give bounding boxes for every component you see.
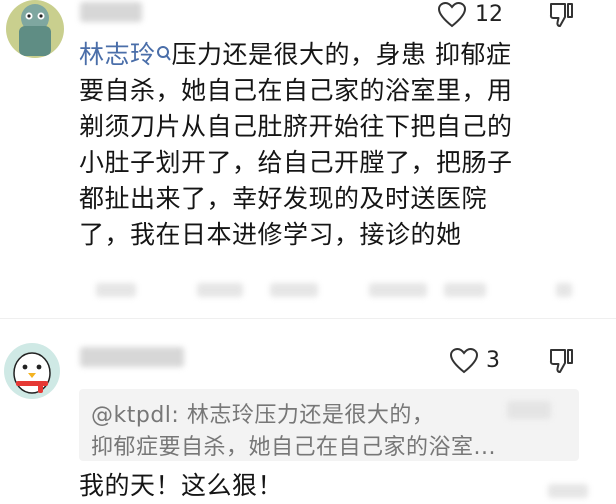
meta-redacted (270, 283, 318, 297)
like-count: 12 (475, 2, 503, 27)
comment-line: 剃须刀片从自己肚脐开始往下把自己的 (79, 112, 513, 141)
meta-redacted (369, 283, 427, 297)
comment-line: 都扯出来了，幸好发现的及时送医院 (79, 184, 488, 213)
meta-redacted (556, 283, 572, 297)
comment-body: 林志玲 压力还是很大的，身患 抑郁症 要自杀，她自己在自己家的浴室里，用 剃须刀… (79, 37, 599, 253)
heart-icon[interactable] (438, 2, 466, 28)
quoted-comment[interactable]: @ktpdl: 林志玲压力还是很大的， 抑郁症要自杀，她自己在自己家的浴室... (79, 389, 579, 461)
comment-line: 小肚子划开了，给自己开膛了，把肠子 (79, 148, 513, 177)
meta-redacted (444, 283, 486, 297)
penguin-avatar-icon[interactable] (4, 343, 60, 399)
quote-line: @ktpdl: 林志玲压力还是很大的， (91, 403, 435, 428)
comment-line-text: 压力还是很大的，身患 抑郁症 (171, 40, 512, 69)
quote-redacted (507, 401, 551, 419)
meta-redacted (96, 283, 136, 297)
author-name[interactable]: 林志玲 (79, 37, 156, 73)
username-redacted[interactable] (80, 2, 142, 22)
reply-body: 我的天！这么狠！ (79, 471, 284, 500)
dislike-icon[interactable] (548, 2, 574, 28)
user-avatar-icon[interactable] (6, 0, 64, 58)
username-redacted[interactable] (80, 347, 184, 367)
comment-line: 林志玲 压力还是很大的，身患 抑郁症 (79, 37, 599, 73)
quote-line: 抑郁症要自杀，她自己在自己家的浴室... (91, 435, 496, 460)
dislike-icon[interactable] (548, 348, 574, 374)
verified-icon (156, 37, 172, 73)
like-count: 3 (486, 348, 500, 373)
heart-icon[interactable] (450, 348, 478, 374)
comment-line: 了，我在日本进修学习，接诊的她 (79, 220, 462, 249)
comment-thread: 12 林志玲 压力还是很大的，身患 抑郁症 要自杀，她自己在自己家的浴室里，用 … (0, 0, 616, 504)
comment-line: 要自杀，她自己在自己家的浴室里，用 (79, 76, 513, 105)
meta-redacted (197, 283, 243, 297)
divider (0, 318, 616, 319)
meta-redacted (548, 484, 588, 498)
